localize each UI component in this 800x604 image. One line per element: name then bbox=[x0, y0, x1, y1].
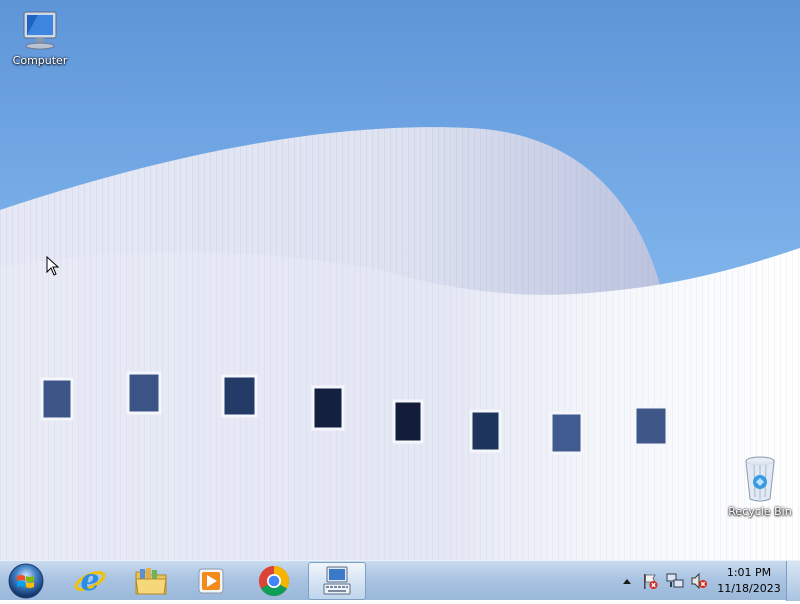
taskbar-button-windows-explorer[interactable] bbox=[123, 562, 179, 600]
taskbar-button-internet-explorer[interactable]: e bbox=[62, 562, 118, 600]
desktop-icon-recycle-bin[interactable]: Recycle Bin bbox=[720, 455, 800, 518]
internet-explorer-icon: e bbox=[74, 564, 106, 598]
taskbar-clock[interactable]: 1:01 PM 11/18/2023 bbox=[713, 565, 785, 597]
desktop-icon-label: Computer bbox=[12, 54, 68, 67]
show-desktop-button[interactable] bbox=[786, 561, 800, 601]
network-tray[interactable] bbox=[666, 572, 684, 590]
media-player-icon bbox=[198, 568, 224, 594]
keyboard-app-icon bbox=[323, 566, 351, 595]
start-button[interactable] bbox=[4, 562, 48, 600]
desktop[interactable]: Computer Recycle Bin bbox=[0, 0, 800, 560]
wallpaper-image bbox=[0, 127, 800, 560]
svg-text:e: e bbox=[80, 564, 99, 598]
show-hidden-icons-arrow[interactable] bbox=[618, 572, 636, 590]
network-icon bbox=[666, 573, 684, 588]
computer-icon bbox=[23, 11, 57, 50]
clock-date: 11/18/2023 bbox=[717, 582, 781, 595]
taskbar: e 1:01 PM 11/18/2023 bbox=[0, 560, 800, 601]
desktop-icon-label: Recycle Bin bbox=[728, 505, 792, 518]
folder-libraries-icon bbox=[135, 568, 167, 595]
mouse-pointer-icon bbox=[46, 256, 60, 276]
recycle-bin-icon bbox=[745, 456, 775, 502]
chrome-icon bbox=[258, 566, 290, 597]
taskbar-button-on-screen-keyboard[interactable] bbox=[308, 562, 366, 600]
clock-time: 1:01 PM bbox=[726, 566, 772, 579]
desktop-icon-computer[interactable]: Computer bbox=[0, 10, 80, 67]
volume-muted-icon bbox=[691, 572, 707, 590]
action-center-tray[interactable] bbox=[641, 572, 659, 590]
chevron-up-icon bbox=[623, 579, 631, 584]
volume-tray[interactable] bbox=[690, 572, 708, 590]
taskbar-button-chrome[interactable] bbox=[246, 562, 302, 600]
taskbar-button-media-player[interactable] bbox=[183, 562, 239, 600]
windows-start-orb-icon bbox=[8, 563, 44, 599]
action-center-flag-icon bbox=[644, 574, 658, 589]
